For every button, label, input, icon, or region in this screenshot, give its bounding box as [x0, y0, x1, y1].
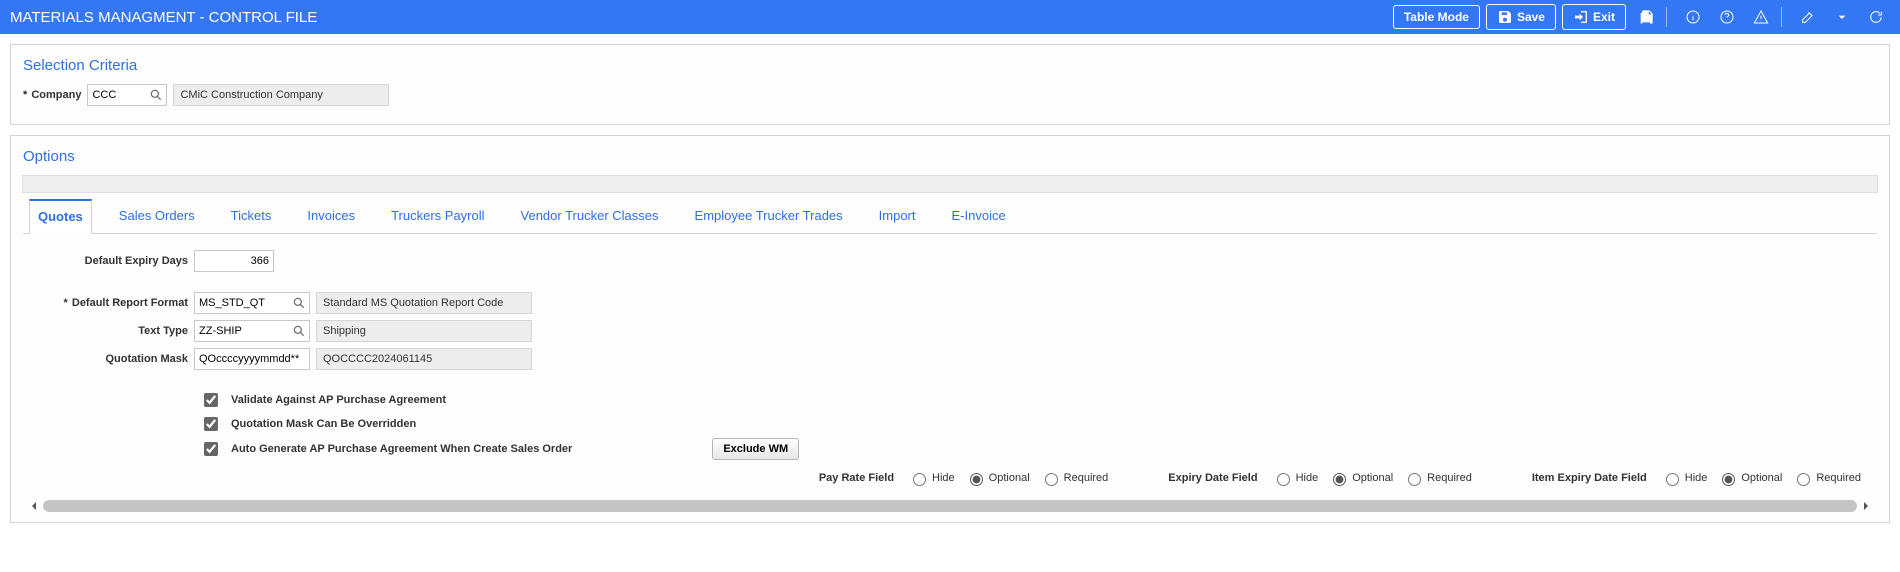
exit-button[interactable]: Exit: [1562, 4, 1626, 30]
scroll-track[interactable]: [43, 500, 1857, 512]
autogen-ap-checkbox[interactable]: [204, 442, 218, 456]
pay-rate-hide-radio[interactable]: [913, 473, 926, 486]
text-type-label: Text Type: [29, 325, 194, 337]
default-report-label: * Default Report Format: [29, 297, 194, 309]
save-button[interactable]: Save: [1486, 4, 1556, 30]
help-button[interactable]: [1713, 5, 1741, 29]
autogen-ap-row: Auto Generate AP Purchase Agreement When…: [29, 438, 1871, 460]
mask-override-checkbox[interactable]: [204, 417, 218, 431]
exit-icon: [1573, 9, 1589, 25]
text-type-desc: Shipping: [316, 320, 532, 342]
save-icon: [1497, 9, 1513, 25]
tab-vendor-trucker-classes[interactable]: Vendor Trucker Classes: [512, 199, 668, 234]
exclude-wm-button[interactable]: Exclude WM: [712, 438, 799, 460]
default-report-row: * Default Report Format Standard MS Quot…: [29, 292, 1871, 314]
quotation-mask-example: QOCCCC2024061145: [316, 348, 532, 370]
mask-override-label: Quotation Mask Can Be Overridden: [231, 418, 416, 430]
refresh-button[interactable]: [1862, 5, 1890, 29]
validate-ap-checkbox[interactable]: [204, 393, 218, 407]
options-title: Options: [23, 148, 1877, 165]
warning-button[interactable]: [1747, 5, 1775, 29]
validate-ap-label: Validate Against AP Purchase Agreement: [231, 394, 446, 406]
pay-rate-optional-radio[interactable]: [970, 473, 983, 486]
horizontal-scrollbar[interactable]: [29, 498, 1871, 514]
quotation-mask-label: Quotation Mask: [29, 353, 194, 365]
item-expiry-group: Item Expiry Date Field Hide Optional Req…: [1532, 470, 1861, 486]
tab-sales-orders[interactable]: Sales Orders: [110, 199, 204, 234]
item-expiry-label: Item Expiry Date Field: [1532, 472, 1647, 484]
page-title: MATERIALS MANAGMENT - CONTROL FILE: [10, 9, 317, 26]
text-type-input[interactable]: [194, 320, 310, 342]
separator: [1666, 7, 1667, 27]
table-mode-button[interactable]: Table Mode: [1393, 5, 1480, 29]
quotation-mask-row: Quotation Mask QOCCCC2024061145: [29, 348, 1871, 370]
warning-icon: [1753, 9, 1769, 25]
tabs: Quotes Sales Orders Tickets Invoices Tru…: [23, 199, 1877, 234]
tab-employee-trucker-trades[interactable]: Employee Trucker Trades: [686, 199, 852, 234]
quotation-mask-input[interactable]: [194, 348, 310, 370]
default-report-desc: Standard MS Quotation Report Code: [316, 292, 532, 314]
tab-quotes[interactable]: Quotes: [29, 199, 92, 234]
default-expiry-row: Default Expiry Days: [29, 250, 1871, 272]
expiry-date-group: Expiry Date Field Hide Optional Required: [1168, 470, 1472, 486]
toolbar-spacer: [22, 175, 1878, 193]
company-input[interactable]: [87, 84, 167, 106]
documents-button[interactable]: [1632, 5, 1660, 29]
expiry-required-radio[interactable]: [1408, 473, 1421, 486]
chevron-down-icon: [1834, 9, 1850, 25]
refresh-icon: [1868, 9, 1884, 25]
more-button[interactable]: [1828, 5, 1856, 29]
app-header: MATERIALS MANAGMENT - CONTROL FILE Table…: [0, 0, 1900, 34]
validate-ap-row: Validate Against AP Purchase Agreement: [29, 390, 1871, 410]
default-expiry-input[interactable]: [194, 250, 274, 272]
pay-rate-group: Pay Rate Field Hide Optional Required: [819, 470, 1108, 486]
info-icon: [1685, 9, 1701, 25]
company-name-display: CMiC Construction Company: [173, 84, 389, 106]
selection-criteria-title: Selection Criteria: [23, 57, 1877, 74]
scroll-right-icon: [1861, 501, 1871, 511]
quotes-tab-body: Default Expiry Days * Default Report For…: [23, 234, 1877, 498]
company-row: * Company CMiC Construction Company: [23, 84, 1877, 106]
scroll-left-icon: [29, 501, 39, 511]
item-expiry-optional-radio[interactable]: [1722, 473, 1735, 486]
expiry-optional-radio[interactable]: [1333, 473, 1346, 486]
company-label: * Company: [23, 89, 81, 101]
pay-rate-required-radio[interactable]: [1045, 473, 1058, 486]
tab-invoices[interactable]: Invoices: [298, 199, 364, 234]
default-expiry-label: Default Expiry Days: [29, 255, 194, 267]
expiry-hide-radio[interactable]: [1277, 473, 1290, 486]
separator: [1781, 7, 1782, 27]
text-type-row: Text Type Shipping: [29, 320, 1871, 342]
options-panel: Options Quotes Sales Orders Tickets Invo…: [10, 135, 1890, 523]
item-expiry-required-radio[interactable]: [1797, 473, 1810, 486]
expiry-date-label: Expiry Date Field: [1168, 472, 1257, 484]
edit-button[interactable]: [1794, 5, 1822, 29]
info-button[interactable]: [1679, 5, 1707, 29]
tab-einvoice[interactable]: E-Invoice: [943, 199, 1015, 234]
radio-bar: Pay Rate Field Hide Optional Required Ex…: [29, 464, 1871, 494]
tab-truckers-payroll[interactable]: Truckers Payroll: [382, 199, 493, 234]
pay-rate-label: Pay Rate Field: [819, 472, 894, 484]
save-label: Save: [1517, 10, 1545, 24]
help-icon: [1719, 9, 1735, 25]
default-report-input[interactable]: [194, 292, 310, 314]
documents-icon: [1638, 9, 1654, 25]
autogen-ap-label: Auto Generate AP Purchase Agreement When…: [231, 443, 572, 455]
tab-import[interactable]: Import: [870, 199, 925, 234]
edit-icon: [1800, 9, 1816, 25]
exit-label: Exit: [1593, 10, 1615, 24]
mask-override-row: Quotation Mask Can Be Overridden: [29, 414, 1871, 434]
item-expiry-hide-radio[interactable]: [1666, 473, 1679, 486]
tab-tickets[interactable]: Tickets: [222, 199, 281, 234]
selection-criteria-panel: Selection Criteria * Company CMiC Constr…: [10, 44, 1890, 125]
